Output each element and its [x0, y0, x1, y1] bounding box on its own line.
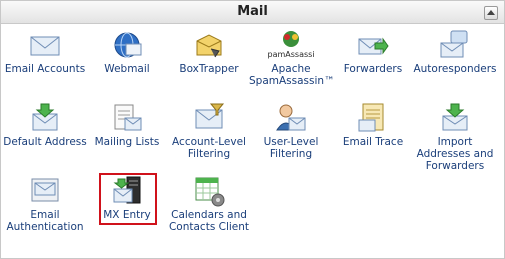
email-authentication-icon: [29, 175, 61, 207]
item-label: Email Trace: [342, 136, 404, 148]
webmail-icon: [111, 29, 143, 61]
boxtrapper-icon: [193, 29, 225, 61]
item-calendars-contacts[interactable]: Calendars and Contacts Client: [167, 175, 251, 245]
calendars-contacts-icon: [193, 175, 225, 207]
mx-entry-highlight: [99, 173, 157, 225]
item-autoresponders[interactable]: Autoresponders: [413, 29, 497, 99]
autoresponders-icon: [439, 29, 471, 61]
item-label: Forwarders: [343, 63, 403, 75]
account-filtering-icon: [193, 102, 225, 134]
item-webmail[interactable]: Webmail: [85, 29, 169, 99]
user-filtering-icon: [275, 102, 307, 134]
item-label: User-Level Filtering: [263, 136, 319, 160]
collapse-toggle-icon[interactable]: [484, 6, 498, 20]
item-forwarders[interactable]: Forwarders: [331, 29, 415, 99]
item-mailing-lists[interactable]: Mailing Lists: [85, 102, 169, 172]
item-label: BoxTrapper: [179, 63, 239, 75]
item-email-accounts[interactable]: Email Accounts: [3, 29, 87, 99]
item-account-level-filtering[interactable]: Account-Level Filtering: [167, 102, 251, 172]
item-spamassassin[interactable]: SpamAssassin Apache SpamAssassin™: [249, 29, 335, 99]
svg-text:SpamAssassin: SpamAssassin: [267, 50, 315, 59]
forwarders-icon: [357, 29, 389, 61]
item-default-address[interactable]: Default Address: [3, 102, 87, 172]
item-label: Apache SpamAssassin™: [249, 63, 335, 87]
item-email-authentication[interactable]: Email Authentication: [3, 175, 87, 245]
item-label: Calendars and Contacts Client: [168, 209, 250, 233]
item-label: Mailing Lists: [94, 136, 160, 148]
item-user-level-filtering[interactable]: User-Level Filtering: [249, 102, 333, 172]
item-email-trace[interactable]: Email Trace: [331, 102, 415, 172]
item-label: Email Authentication: [6, 209, 84, 233]
spamassassin-icon: SpamAssassin: [267, 29, 315, 61]
item-label: Default Address: [3, 136, 87, 148]
item-import-addresses[interactable]: Import Addresses and Forwarders: [413, 102, 497, 172]
mailing-lists-icon: [111, 102, 143, 134]
item-label: Webmail: [104, 63, 150, 75]
panel-header: Mail: [1, 1, 504, 24]
email-trace-icon: [357, 102, 389, 134]
mail-panel: Mail Email Accounts Webmail BoxTrapper S…: [0, 0, 505, 259]
item-label: Autoresponders: [413, 63, 497, 75]
import-addresses-icon: [439, 102, 471, 134]
panel-title: Mail: [237, 4, 268, 19]
item-label: Email Accounts: [4, 63, 86, 75]
item-label: Account-Level Filtering: [172, 136, 246, 160]
item-boxtrapper[interactable]: BoxTrapper: [167, 29, 251, 99]
default-address-icon: [29, 102, 61, 134]
item-label: Import Addresses and Forwarders: [416, 136, 494, 172]
email-accounts-icon: [29, 29, 61, 61]
